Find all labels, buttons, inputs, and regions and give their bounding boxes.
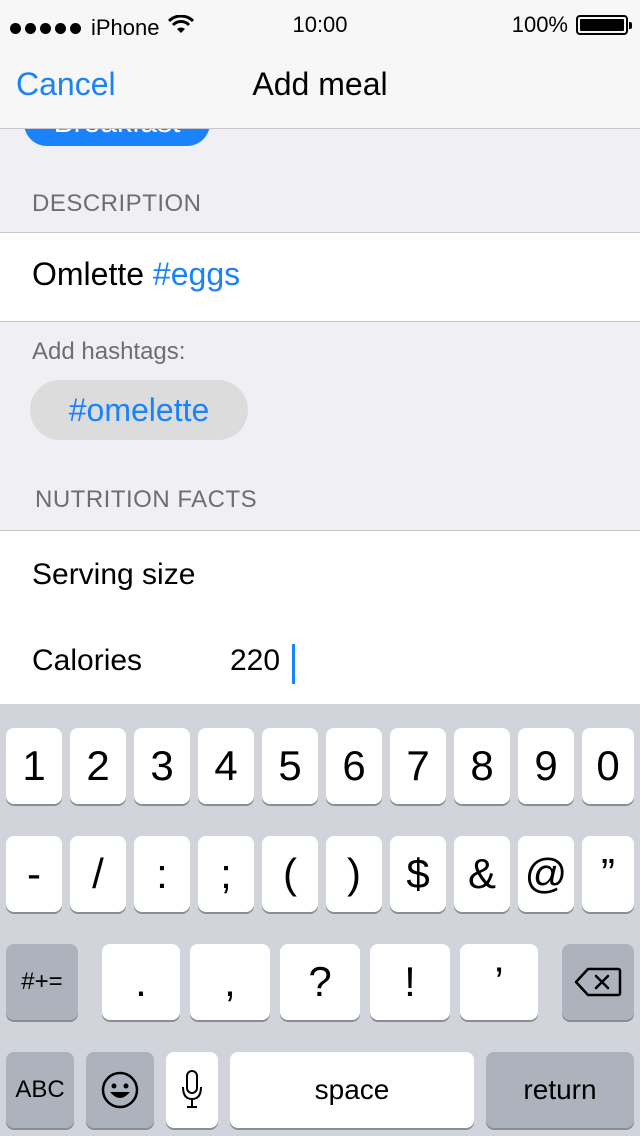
- key-5[interactable]: 5: [262, 728, 318, 804]
- emoji-key[interactable]: [86, 1052, 154, 1128]
- key-quote[interactable]: ”: [582, 836, 634, 912]
- key-7[interactable]: 7: [390, 728, 446, 804]
- return-key[interactable]: return: [486, 1052, 634, 1128]
- key-open-paren[interactable]: (: [262, 836, 318, 912]
- battery-percent: 100%: [511, 12, 568, 37]
- key-semicolon[interactable]: ;: [198, 836, 254, 912]
- serving-size-field[interactable]: Serving size: [32, 558, 195, 592]
- keyboard: 1 2 3 4 5 6 7 8 9 0 - / : ; ( ) $ & @ ” …: [0, 704, 640, 1136]
- key-close-paren[interactable]: ): [326, 836, 382, 912]
- page-title: Add meal: [252, 66, 388, 102]
- key-abc[interactable]: ABC: [6, 1052, 74, 1128]
- key-exclamation[interactable]: !: [370, 944, 450, 1020]
- key-hyphen[interactable]: -: [6, 836, 62, 912]
- key-3[interactable]: 3: [134, 728, 190, 804]
- key-symbols[interactable]: #+=: [6, 944, 78, 1020]
- key-dollar[interactable]: $: [390, 836, 446, 912]
- description-text: Omlette #eggs: [32, 256, 240, 293]
- microphone-icon: [182, 1070, 202, 1108]
- hashtag-suggestion-chip[interactable]: #omelette: [30, 380, 248, 440]
- calories-input[interactable]: 220: [230, 644, 280, 678]
- key-9[interactable]: 9: [518, 728, 574, 804]
- key-slash[interactable]: /: [70, 836, 126, 912]
- nutrition-section-label: NUTRITION FACTS: [35, 486, 258, 513]
- microphone-key[interactable]: [166, 1052, 218, 1128]
- status-right: 100%: [511, 12, 632, 38]
- nutrition-table: [0, 530, 640, 705]
- key-colon[interactable]: :: [134, 836, 190, 912]
- description-hashtag: #eggs: [152, 256, 241, 292]
- backspace-key[interactable]: [562, 944, 634, 1020]
- description-section-label: DESCRIPTION: [32, 190, 202, 217]
- key-8[interactable]: 8: [454, 728, 510, 804]
- key-4[interactable]: 4: [198, 728, 254, 804]
- key-0[interactable]: 0: [582, 728, 634, 804]
- key-at[interactable]: @: [518, 836, 574, 912]
- text-cursor: [292, 644, 295, 684]
- key-apostrophe[interactable]: ’: [460, 944, 538, 1020]
- key-1[interactable]: 1: [6, 728, 62, 804]
- description-value: Omlette: [32, 256, 145, 292]
- key-period[interactable]: .: [102, 944, 180, 1020]
- key-6[interactable]: 6: [326, 728, 382, 804]
- calories-label: Calories: [32, 644, 143, 677]
- key-2[interactable]: 2: [70, 728, 126, 804]
- backspace-icon: [574, 967, 622, 997]
- battery-icon: [576, 15, 632, 35]
- emoji-icon: [101, 1071, 139, 1109]
- key-comma[interactable]: ,: [190, 944, 270, 1020]
- add-hashtags-label: Add hashtags:: [32, 338, 186, 365]
- key-question[interactable]: ?: [280, 944, 360, 1020]
- key-ampersand[interactable]: &: [454, 836, 510, 912]
- space-key[interactable]: space: [230, 1052, 474, 1128]
